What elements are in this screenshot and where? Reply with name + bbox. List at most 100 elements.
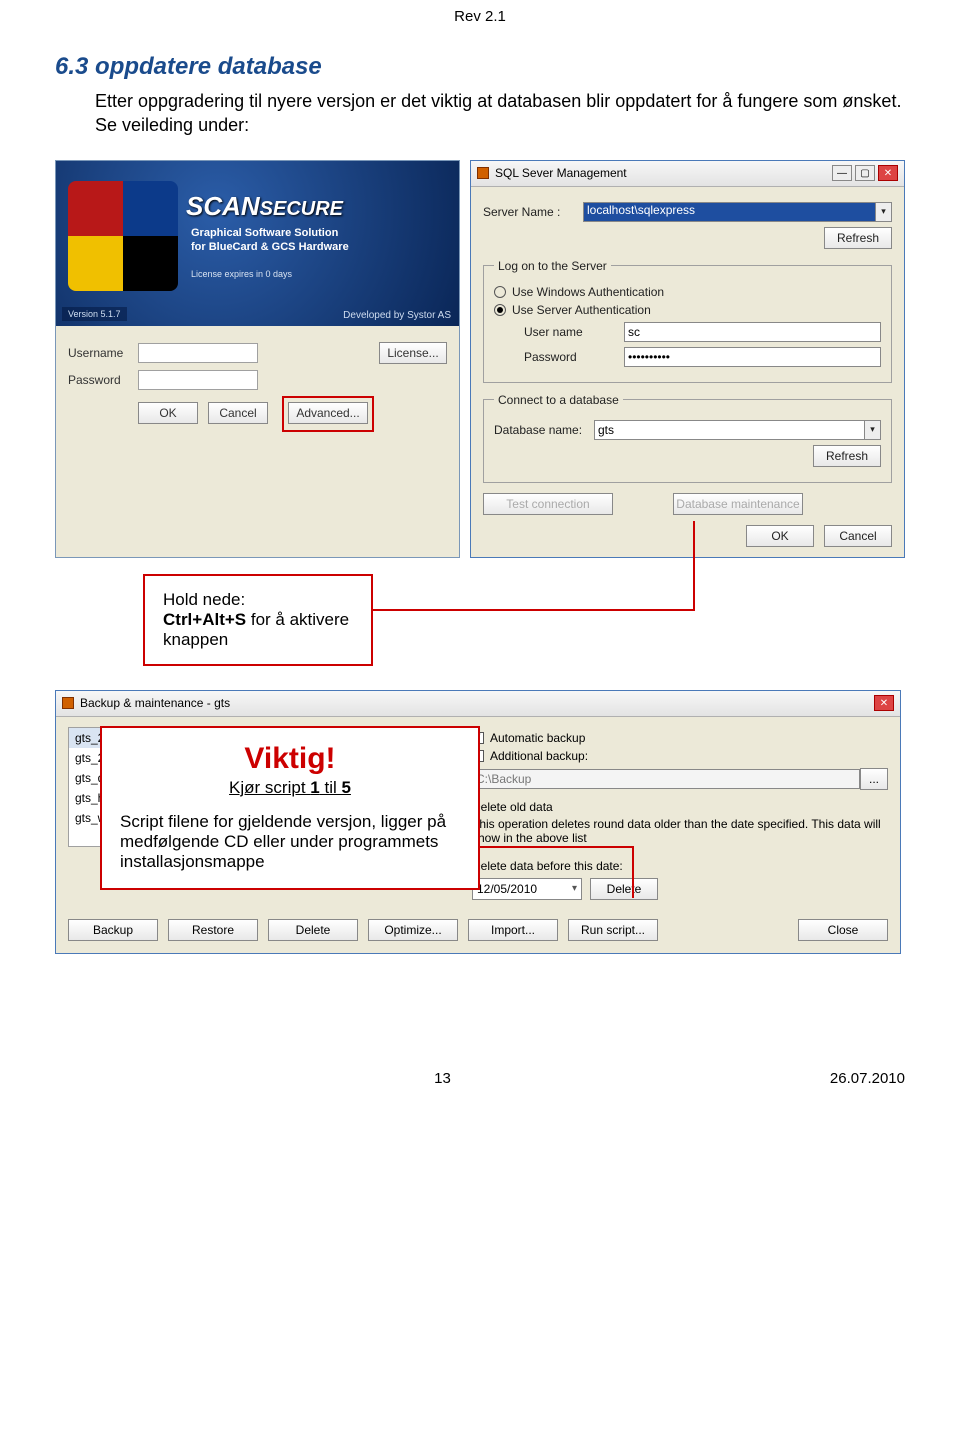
ok-button[interactable]: OK [138, 402, 198, 424]
restore-button[interactable]: Restore [168, 919, 258, 941]
run-script-button[interactable]: Run script... [568, 919, 658, 941]
callout1-line1: Hold nede: [163, 590, 353, 610]
delete-date-value: 12/05/2010 [477, 882, 572, 896]
delete-old-title: Delete old data [472, 800, 888, 814]
user-label: User name [524, 325, 624, 339]
server-dropdown[interactable]: ▾ [876, 202, 892, 222]
splash-sub2: for BlueCard & GCS Hardware [191, 240, 349, 254]
c2-sub-a: Kjør script [229, 778, 310, 797]
password-label: Password [68, 373, 138, 387]
callout-important: Viktig! Kjør script 1 til 5 Script filen… [100, 726, 480, 890]
callout2-connector [480, 846, 632, 848]
cancel-button[interactable]: Cancel [208, 402, 268, 424]
optimize-button[interactable]: Optimize... [368, 919, 458, 941]
maximize-button[interactable]: ▢ [855, 165, 875, 181]
backup-title: Backup & maintenance - gts [80, 696, 230, 710]
login-form: Username License... Password OK Cancel A… [56, 326, 459, 436]
calendar-icon[interactable]: ▾ [572, 883, 577, 894]
splash-license: License expires in 0 days [191, 269, 292, 279]
refresh-db-button[interactable]: Refresh [813, 445, 881, 467]
sql-password-input[interactable] [624, 347, 881, 367]
sql-window: SQL Sever Management — ▢ ✕ Server Name :… [470, 160, 905, 558]
page-date: 26.07.2010 [830, 1070, 905, 1087]
db-dropdown[interactable]: ▾ [865, 420, 881, 440]
password-input[interactable] [138, 370, 258, 390]
sql-title: SQL Sever Management [495, 166, 627, 180]
puzzle-black [123, 236, 178, 291]
puzzle-yellow [68, 236, 123, 291]
server-name-input[interactable]: localhost\sqlexpress [583, 202, 876, 222]
server-label: Server Name : [483, 205, 583, 219]
auth-server-label: Use Server Authentication [512, 303, 651, 317]
puzzle-blue [123, 181, 178, 236]
refresh-server-button[interactable]: Refresh [824, 227, 892, 249]
additional-backup-checkbox[interactable]: Additional backup: [472, 749, 888, 763]
advanced-button[interactable]: Advanced... [288, 402, 368, 424]
close-backup-button[interactable]: Close [798, 919, 888, 941]
backup-path-input[interactable] [472, 769, 860, 789]
auth-windows-label: Use Windows Authentication [512, 285, 664, 299]
backup-titlebar: Backup & maintenance - gts ✕ [56, 691, 900, 717]
delete-date-label: Delete data before this date: [472, 859, 888, 873]
login-window: SCANSECURE Graphical Software Solution f… [55, 160, 460, 558]
username-label: Username [68, 346, 138, 360]
app-icon [477, 167, 489, 179]
backup-button[interactable]: Backup [68, 919, 158, 941]
splash-subtitle: Graphical Software Solution for BlueCard… [191, 226, 349, 255]
callout2-title: Viktig! [120, 742, 460, 776]
sql-password-label: Password [524, 350, 624, 364]
header-rev: Rev 2.1 [55, 8, 905, 25]
splash-sub1: Graphical Software Solution [191, 226, 349, 240]
callout1-connector [373, 609, 693, 611]
splash-version: Version 5.1.7 [62, 307, 127, 321]
delete-file-button[interactable]: Delete [268, 919, 358, 941]
splash-developer: Developed by Systor AS [343, 310, 451, 321]
section-title: 6.3 oppdatere database [55, 53, 905, 81]
puzzle-red [68, 181, 123, 236]
backup-toolbar: Backup Restore Delete Optimize... Import… [56, 913, 900, 953]
import-button[interactable]: Import... [468, 919, 558, 941]
auto-backup-checkbox[interactable]: ✓Automatic backup [472, 731, 888, 745]
license-button[interactable]: License... [379, 342, 447, 364]
sql-titlebar: SQL Sever Management — ▢ ✕ [471, 161, 904, 187]
user-input[interactable] [624, 322, 881, 342]
c2-sub-d: 5 [341, 778, 350, 797]
delete-old-desc: This operation deletes round data older … [472, 817, 888, 845]
db-legend: Connect to a database [494, 393, 623, 407]
login-splash: SCANSECURE Graphical Software Solution f… [56, 161, 459, 326]
delete-date-input[interactable]: 12/05/2010▾ [472, 878, 582, 900]
close-button[interactable]: ✕ [878, 165, 898, 181]
db-name-input[interactable] [594, 420, 865, 440]
db-maintenance-button[interactable]: Database maintenance [673, 493, 803, 515]
logon-legend: Log on to the Server [494, 259, 611, 273]
callout1-shortcut: Ctrl+Alt+S [163, 610, 246, 629]
logon-fieldset: Log on to the Server Use Windows Authent… [483, 259, 892, 383]
backup-close-button[interactable]: ✕ [874, 695, 894, 711]
section-body: Etter oppgradering til nyere versjon er … [95, 89, 905, 138]
db-label: Database name: [494, 423, 594, 437]
c2-sub-c: til [320, 778, 342, 797]
screenshots-row: SCANSECURE Graphical Software Solution f… [55, 160, 905, 558]
delete-data-button[interactable]: Delete [590, 878, 658, 900]
page-footer: 13 26.07.2010 [55, 1070, 905, 1107]
splash-title: SCANSECURE [186, 191, 343, 222]
db-fieldset: Connect to a database Database name: ▾ Re… [483, 393, 892, 483]
splash-title-a: SCAN [186, 191, 260, 221]
app-icon [62, 697, 74, 709]
callout2-body: Script filene for gjeldende versjon, lig… [120, 812, 460, 872]
minimize-button[interactable]: — [832, 165, 852, 181]
auto-backup-label: Automatic backup [490, 731, 585, 745]
callout-hold: Hold nede: Ctrl+Alt+S for å aktivere kna… [55, 574, 905, 684]
auth-windows-radio[interactable]: Use Windows Authentication [494, 285, 881, 299]
username-input[interactable] [138, 343, 258, 363]
splash-title-b: SECURE [260, 198, 343, 220]
sql-cancel-button[interactable]: Cancel [824, 525, 892, 547]
browse-button[interactable]: ... [860, 768, 888, 790]
sql-ok-button[interactable]: OK [746, 525, 814, 547]
additional-backup-label: Additional backup: [490, 749, 588, 763]
test-connection-button[interactable]: Test connection [483, 493, 613, 515]
auth-server-radio[interactable]: Use Server Authentication [494, 303, 881, 317]
page-number: 13 [434, 1070, 451, 1087]
puzzle-logo [68, 181, 178, 291]
c2-sub-b: 1 [310, 778, 319, 797]
